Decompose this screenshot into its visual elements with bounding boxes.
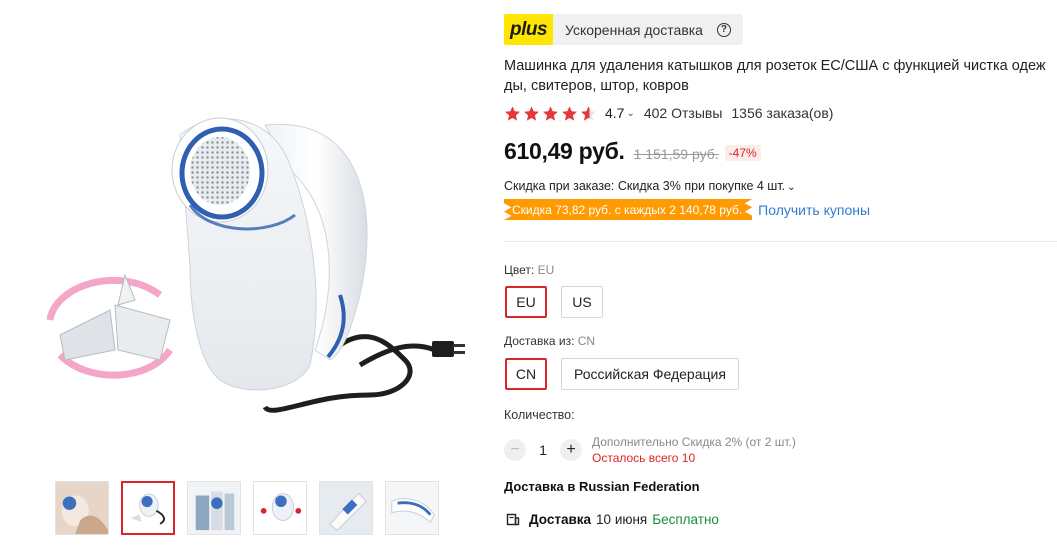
chevron-down-icon: ⌄ [787,182,796,193]
orders-count: 1356 заказа(ов) [731,105,834,121]
star-icon [505,105,520,121]
current-price: 610,49 руб. [504,138,625,164]
order-discount-text: Скидка при заказе: Скидка 3% при покупке… [504,179,786,193]
truck-icon [506,513,520,525]
delivery-heading[interactable]: Доставка в Russian Federation [504,479,700,494]
star-icon [524,105,539,121]
question-circle-icon[interactable]: ? [716,22,731,37]
quantity-value[interactable]: 1 [526,442,560,458]
color-selected-value: EU [537,263,555,277]
discount-badge: -47% [724,145,761,161]
quantity-label: Количество: [504,408,575,422]
old-price: 1 151,59 руб. [633,146,719,162]
order-discount[interactable]: Скидка при заказе: Скидка 3% при покупке… [504,179,1057,193]
delivery-date: 10 июня [596,512,648,527]
fast-delivery-label: Ускоренная доставка ? [553,14,743,45]
chevron-down-icon[interactable]: ⌄ [626,108,634,119]
thumbnail-6[interactable] [385,481,439,535]
ship-option-russia[interactable]: Российская Федерация [561,358,739,390]
thumbnail-strip [55,481,439,535]
star-icon [562,105,577,121]
ship-from-label: Доставка из: CN [504,334,595,348]
rating-row: 4.7 ⌄ 402 Отзывы 1356 заказа(ов) [504,104,1057,122]
ship-option-cn[interactable]: CN [505,358,547,390]
thumbnail-2[interactable] [121,481,175,535]
fast-delivery-text: Ускоренная доставка [565,21,703,38]
plus-banner[interactable]: plus Ускоренная доставка ? [504,14,1057,45]
bulk-discount-note: Дополнительно Скидка 2% (от 2 шт.) [592,435,796,449]
quantity-increase-button[interactable]: + [560,439,582,461]
stock-note: Осталось всего 10 [592,451,696,465]
delivery-label: Доставка [529,512,592,527]
color-option-eu[interactable]: EU [505,286,547,318]
price-row: 610,49 руб. 1 151,59 руб. -47% [504,138,1057,165]
main-product-image[interactable] [40,95,480,435]
divider [504,241,1057,242]
half-star-icon [581,105,596,121]
plus-logo: plus [504,14,553,45]
thumbnail-1[interactable] [55,481,109,535]
coupon-tag: Скидка 73,82 руб. с каждых 2 140,78 руб. [504,199,753,220]
quantity-notes: Дополнительно Скидка 2% (от 2 шт.) Остал… [592,434,796,466]
color-label-text: Цвет: [504,263,535,277]
quantity-stepper: − 1 + Дополнительно Скидка 2% (от 2 шт.)… [504,434,796,466]
delivery-cost: Бесплатно [652,512,719,527]
product-title: Машинка для удаления катышков для розето… [504,58,1046,94]
delivery-info: Доставка 10 июня Бесплатно [506,512,719,527]
quantity-decrease-button[interactable]: − [504,439,526,461]
rating-stars [504,105,597,122]
coupon-row: Скидка 73,82 руб. с каждых 2 140,78 руб.… [504,199,1057,220]
thumbnail-4[interactable] [253,481,307,535]
color-option-us[interactable]: US [561,286,603,318]
reviews-link[interactable]: 402 Отзывы [644,105,723,121]
ship-from-selected-value: CN [577,334,596,348]
thumbnail-3[interactable] [187,481,241,535]
ship-from-options: CN Российская Федерация [505,358,739,390]
thumbnail-5[interactable] [319,481,373,535]
ship-from-label-text: Доставка из: [504,334,575,348]
color-label: Цвет: EU [504,263,554,277]
get-coupons-link[interactable]: Получить купоны [758,202,870,218]
color-options: EU US [505,286,603,318]
product-info: plus Ускоренная доставка ? Машинка для у… [504,14,1057,220]
rating-value[interactable]: 4.7 [605,105,624,121]
star-icon [543,105,558,121]
